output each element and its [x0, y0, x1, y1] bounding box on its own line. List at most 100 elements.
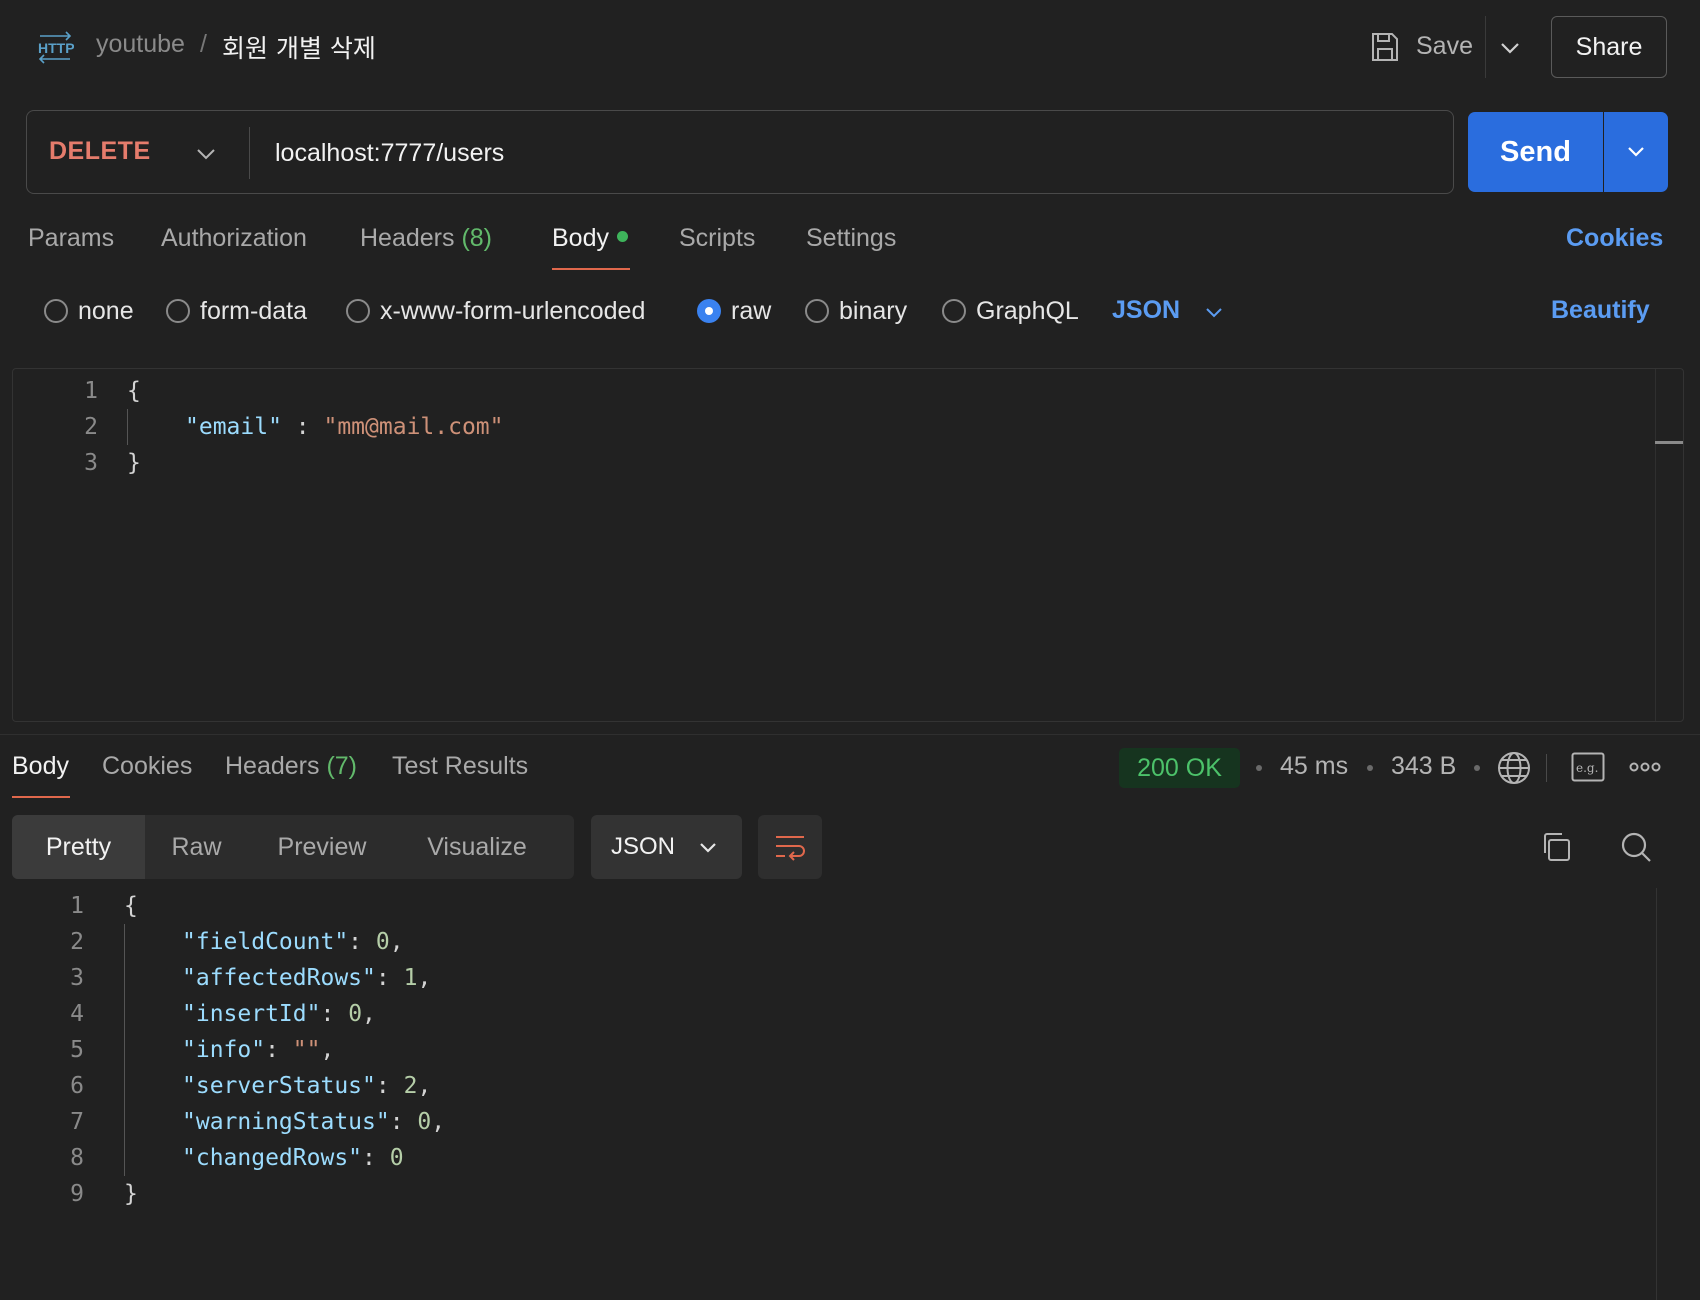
view-visualize-button[interactable]: Visualize [396, 815, 558, 879]
view-preview-button[interactable]: Preview [248, 815, 396, 879]
tab-params[interactable]: Params [28, 224, 114, 253]
json-comma: , [362, 1001, 376, 1027]
code-line: "info": "", [182, 1037, 335, 1063]
json-key: "affectedRows" [182, 965, 376, 991]
chevron-down-icon[interactable] [193, 141, 219, 167]
breadcrumb-collection[interactable]: youtube [96, 30, 185, 59]
view-pretty-button[interactable]: Pretty [12, 815, 145, 879]
radio-circle[interactable] [44, 299, 68, 323]
json-comma: , [431, 1109, 446, 1135]
method-select[interactable]: DELETE [49, 137, 151, 166]
body-indicator-dot [616, 230, 628, 242]
line-number: 2 [84, 414, 98, 440]
response-tab-underline [12, 796, 70, 798]
response-format-select[interactable]: JSON [591, 815, 742, 879]
radio-circle[interactable] [942, 299, 966, 323]
radio-urlencoded[interactable]: x-www-form-urlencoded [346, 296, 645, 326]
request-body-editor[interactable]: 1 2 3 { "email" : "mm@mail.com" } [12, 368, 1684, 722]
line-number: 7 [70, 1109, 84, 1135]
radio-circle-checked[interactable] [697, 299, 721, 323]
breadcrumb-separator: / [200, 30, 207, 58]
toolbar-divider [1546, 754, 1547, 782]
send-button[interactable]: Send [1468, 112, 1603, 192]
beautify-button[interactable]: Beautify [1551, 296, 1650, 325]
svg-text:HTTP: HTTP [38, 40, 74, 56]
scroll-marker [1655, 441, 1683, 444]
url-divider [249, 127, 250, 179]
radio-label: binary [839, 296, 908, 325]
chevron-down-icon[interactable] [1202, 300, 1226, 324]
response-time[interactable]: 45 ms [1280, 752, 1348, 781]
radio-raw[interactable]: raw [697, 296, 771, 326]
radio-label: form-data [200, 296, 307, 325]
tab-body[interactable]: Body [552, 224, 628, 253]
http-icon: HTTP [38, 31, 74, 64]
line-number: 1 [84, 378, 98, 404]
meta-separator-dot [1256, 765, 1262, 771]
line-number: 4 [70, 1001, 84, 1027]
response-tab-headers[interactable]: Headers (7) [225, 752, 357, 781]
save-button[interactable]: Save [1416, 32, 1473, 61]
body-language-select[interactable]: JSON [1112, 296, 1180, 325]
wrap-lines-button[interactable] [758, 815, 822, 879]
code-line: "affectedRows": 1, [182, 965, 432, 991]
share-button[interactable]: Share [1551, 16, 1667, 78]
response-tab-test-results[interactable]: Test Results [392, 752, 528, 781]
send-options-button[interactable] [1604, 112, 1668, 192]
editor-scrollbar[interactable] [1655, 369, 1683, 721]
globe-icon[interactable] [1497, 751, 1531, 785]
indent-guide [127, 409, 128, 445]
json-value: 0 [375, 929, 390, 955]
json-colon: : [281, 414, 324, 440]
radio-none[interactable]: none [44, 296, 134, 326]
svg-text:e.g.: e.g. [1576, 761, 1598, 775]
json-comma: , [417, 965, 432, 991]
search-icon[interactable] [1620, 831, 1652, 863]
radio-circle[interactable] [805, 299, 829, 323]
radio-binary[interactable]: binary [805, 296, 907, 326]
url-input[interactable] [275, 133, 1425, 173]
radio-circle[interactable] [346, 299, 370, 323]
code-brace-close: } [127, 450, 141, 476]
more-icon[interactable] [1629, 757, 1661, 777]
json-value: 0 [389, 1145, 404, 1171]
radio-label: none [78, 296, 134, 325]
response-tab-cookies[interactable]: Cookies [102, 752, 192, 781]
json-comma: , [417, 1073, 432, 1099]
json-key: "fieldCount" [182, 929, 349, 955]
response-tab-body[interactable]: Body [12, 752, 69, 781]
chevron-down-icon[interactable] [1496, 34, 1524, 62]
line-number: 3 [84, 450, 98, 476]
cookies-link[interactable]: Cookies [1566, 224, 1663, 253]
copy-icon[interactable] [1540, 831, 1572, 863]
tab-scripts[interactable]: Scripts [679, 224, 755, 253]
radio-form-data[interactable]: form-data [166, 296, 307, 326]
meta-separator-dot [1474, 765, 1480, 771]
json-key: "insertId" [182, 1001, 321, 1027]
response-scrollbar[interactable] [1656, 888, 1657, 1300]
tab-headers[interactable]: Headers (8) [360, 224, 492, 253]
code-line: "email" : "mm@mail.com" [185, 409, 504, 445]
response-tab-headers-label: Headers [225, 752, 320, 780]
response-divider[interactable] [0, 734, 1700, 735]
radio-circle[interactable] [166, 299, 190, 323]
json-value: "" [292, 1037, 321, 1063]
save-icon[interactable] [1370, 31, 1400, 63]
line-number: 3 [70, 965, 84, 991]
request-title[interactable]: 회원 개별 삭제 [222, 29, 376, 65]
json-key: "serverStatus" [182, 1073, 376, 1099]
json-comma: , [320, 1037, 335, 1063]
radio-graphql[interactable]: GraphQL [942, 296, 1079, 326]
tab-settings[interactable]: Settings [806, 224, 896, 253]
code-brace-close: } [124, 1181, 138, 1207]
response-tab-headers-count: (7) [326, 752, 358, 780]
chevron-down-icon [700, 843, 716, 853]
response-size[interactable]: 343 B [1391, 752, 1456, 781]
example-icon[interactable]: e.g. [1571, 752, 1605, 782]
status-badge[interactable]: 200 OK [1119, 748, 1240, 788]
view-raw-button[interactable]: Raw [145, 815, 248, 879]
response-body-viewer[interactable]: 1 { 2 "fieldCount": 0, 3 "affectedRows":… [0, 888, 1650, 1300]
tab-authorization[interactable]: Authorization [161, 224, 307, 253]
json-comma: , [389, 929, 404, 955]
radio-label: x-www-form-urlencoded [380, 296, 646, 325]
